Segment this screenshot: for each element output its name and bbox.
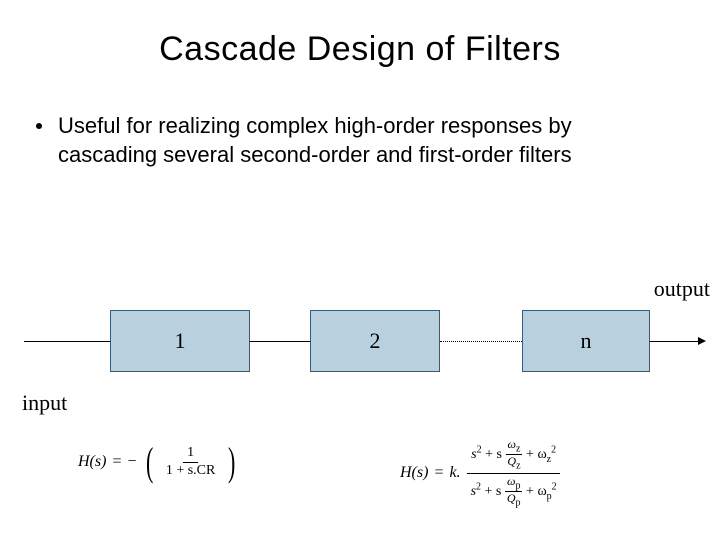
output-label: output — [654, 276, 710, 302]
t: 2 — [552, 481, 557, 492]
eq-lhs: H(s) — [400, 464, 428, 482]
eq-k: k. — [449, 464, 460, 482]
right-paren-icon: ) — [228, 446, 235, 478]
t: z — [516, 443, 520, 454]
eq-den: 1 + s.CR — [162, 463, 220, 479]
t: 2 — [551, 444, 556, 455]
t: p — [516, 498, 521, 509]
t: p — [515, 480, 520, 491]
wire-ellipsis — [440, 341, 522, 342]
bullet-list: Useful for realizing complex high-order … — [0, 69, 720, 169]
bullet-item: Useful for realizing complex high-order … — [36, 111, 670, 169]
equation-second-order: H(s) = k. s2 + s ωz Qz + ωz2 s2 + s ωp Q… — [400, 438, 561, 509]
sm-frac: ωp Qp — [505, 475, 523, 509]
t: 2 — [476, 481, 481, 492]
wire-output — [650, 341, 700, 342]
wire-input — [24, 341, 110, 342]
t: + s — [485, 484, 502, 499]
eq-neg: − — [127, 453, 136, 471]
t: ω — [508, 437, 516, 451]
t: + ω — [526, 447, 547, 462]
t: z — [516, 461, 520, 472]
filter-block-1: 1 — [110, 310, 250, 372]
eq-num: s2 + s ωz Qz + ωz2 — [467, 438, 560, 474]
block-label: 1 — [175, 328, 186, 354]
arrowhead-icon — [698, 337, 706, 345]
t: + s — [485, 447, 502, 462]
t: 2 — [477, 444, 482, 455]
wire-1-2 — [250, 341, 310, 342]
t: Q — [507, 454, 516, 468]
eq-fraction: s2 + s ωz Qz + ωz2 s2 + s ωp Qp + ωp2 — [467, 438, 561, 509]
cascade-diagram: output 1 2 n input — [0, 270, 720, 430]
bullet-text: Useful for realizing complex high-order … — [58, 111, 670, 169]
eq-fraction: 1 1 + s.CR — [162, 446, 220, 478]
eq-num: 1 — [183, 446, 198, 463]
block-label: 2 — [370, 328, 381, 354]
page-title: Cascade Design of Filters — [0, 0, 720, 69]
left-paren-icon: ( — [145, 446, 152, 478]
eq-equals: = — [434, 464, 443, 482]
block-label: n — [581, 328, 592, 354]
bullet-dot-icon — [36, 123, 42, 129]
sm-frac: ωz Qz — [505, 438, 522, 472]
input-label: input — [22, 390, 67, 416]
eq-den: s2 + s ωp Qp + ωp2 — [467, 474, 561, 509]
t: z — [547, 454, 551, 465]
equations-row: H(s) = − ( 1 1 + s.CR ) H(s) = k. s2 + s… — [0, 438, 720, 538]
filter-block-2: 2 — [310, 310, 440, 372]
t: Q — [507, 491, 516, 505]
eq-equals: = — [112, 453, 121, 471]
t: p — [547, 491, 552, 502]
equation-first-order: H(s) = − ( 1 1 + s.CR ) — [78, 446, 239, 478]
t: + ω — [526, 484, 547, 499]
filter-block-n: n — [522, 310, 650, 372]
eq-lhs: H(s) — [78, 453, 106, 471]
